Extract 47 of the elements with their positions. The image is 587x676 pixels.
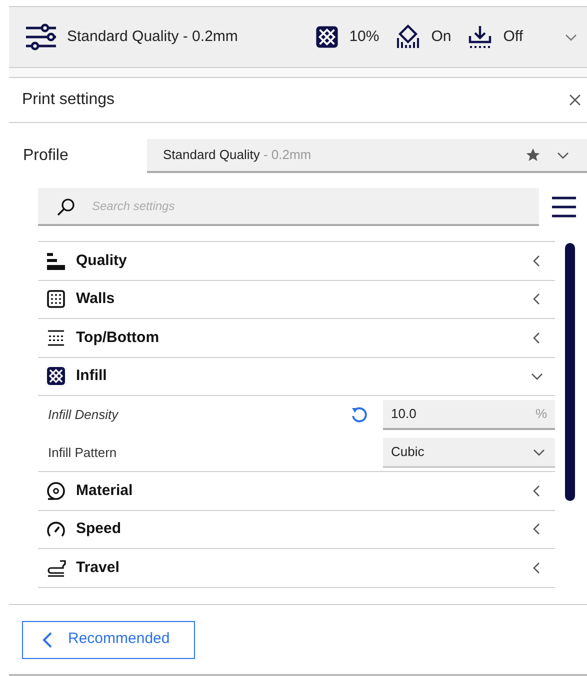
adhesion-value: Off [503,26,523,47]
travel-path-icon [46,558,66,578]
setting-label: Infill Pattern [48,444,118,462]
menu-icon[interactable] [551,196,577,218]
category-header[interactable]: Quality [38,242,555,280]
scrollbar-thumb[interactable] [565,243,575,501]
select-dropdown[interactable]: Cubic [383,438,555,468]
spool-icon [46,480,66,501]
support-icon [395,24,422,50]
category-header[interactable]: Material [38,472,555,510]
infill-grid-icon [315,25,340,49]
category-label: Top/Bottom [76,328,160,348]
category-header[interactable]: Walls [38,280,555,319]
category-label: Quality [76,250,128,270]
profile-summary: Standard Quality - 0.2mm [67,26,239,47]
category-label: Walls [76,289,116,309]
reset-icon[interactable] [349,405,369,425]
category-label: Material [76,480,134,500]
gauge-icon [46,519,66,540]
category-header[interactable]: Speed [38,510,555,549]
infill-value: 10% [349,26,380,47]
adhesion-icon [467,24,494,50]
category-header[interactable]: Infill [38,358,555,396]
search-field[interactable]: Search settings [38,188,539,226]
bars-icon [46,250,66,271]
profile-dropdown[interactable]: Standard Quality - 0.2mm [147,139,587,173]
unit-label: % [535,405,547,424]
category-header[interactable]: Travel [38,549,555,588]
sliders-icon [25,23,57,51]
panel-title: Print settings [22,90,116,110]
setting-label: Infill Density [48,406,120,424]
category-label: Speed [76,519,122,539]
number-field[interactable]: 10.0 % [383,400,555,430]
profile-label: Profile [23,146,70,166]
search-icon [56,197,76,217]
category-label: Infill [76,366,108,386]
support-value: On [431,26,452,47]
recommended-button[interactable]: Recommended [22,620,195,658]
layers-icon [46,328,66,348]
close-icon[interactable] [569,94,581,106]
star-icon[interactable] [525,147,541,163]
dotted-square-icon [46,289,66,310]
profile-name: Standard Quality - 0.2mm [163,146,312,164]
category-header[interactable]: Top/Bottom [38,319,555,358]
field-value: 10.0 [391,405,418,424]
infill-grid-icon [46,366,66,386]
category-label: Travel [76,558,120,578]
